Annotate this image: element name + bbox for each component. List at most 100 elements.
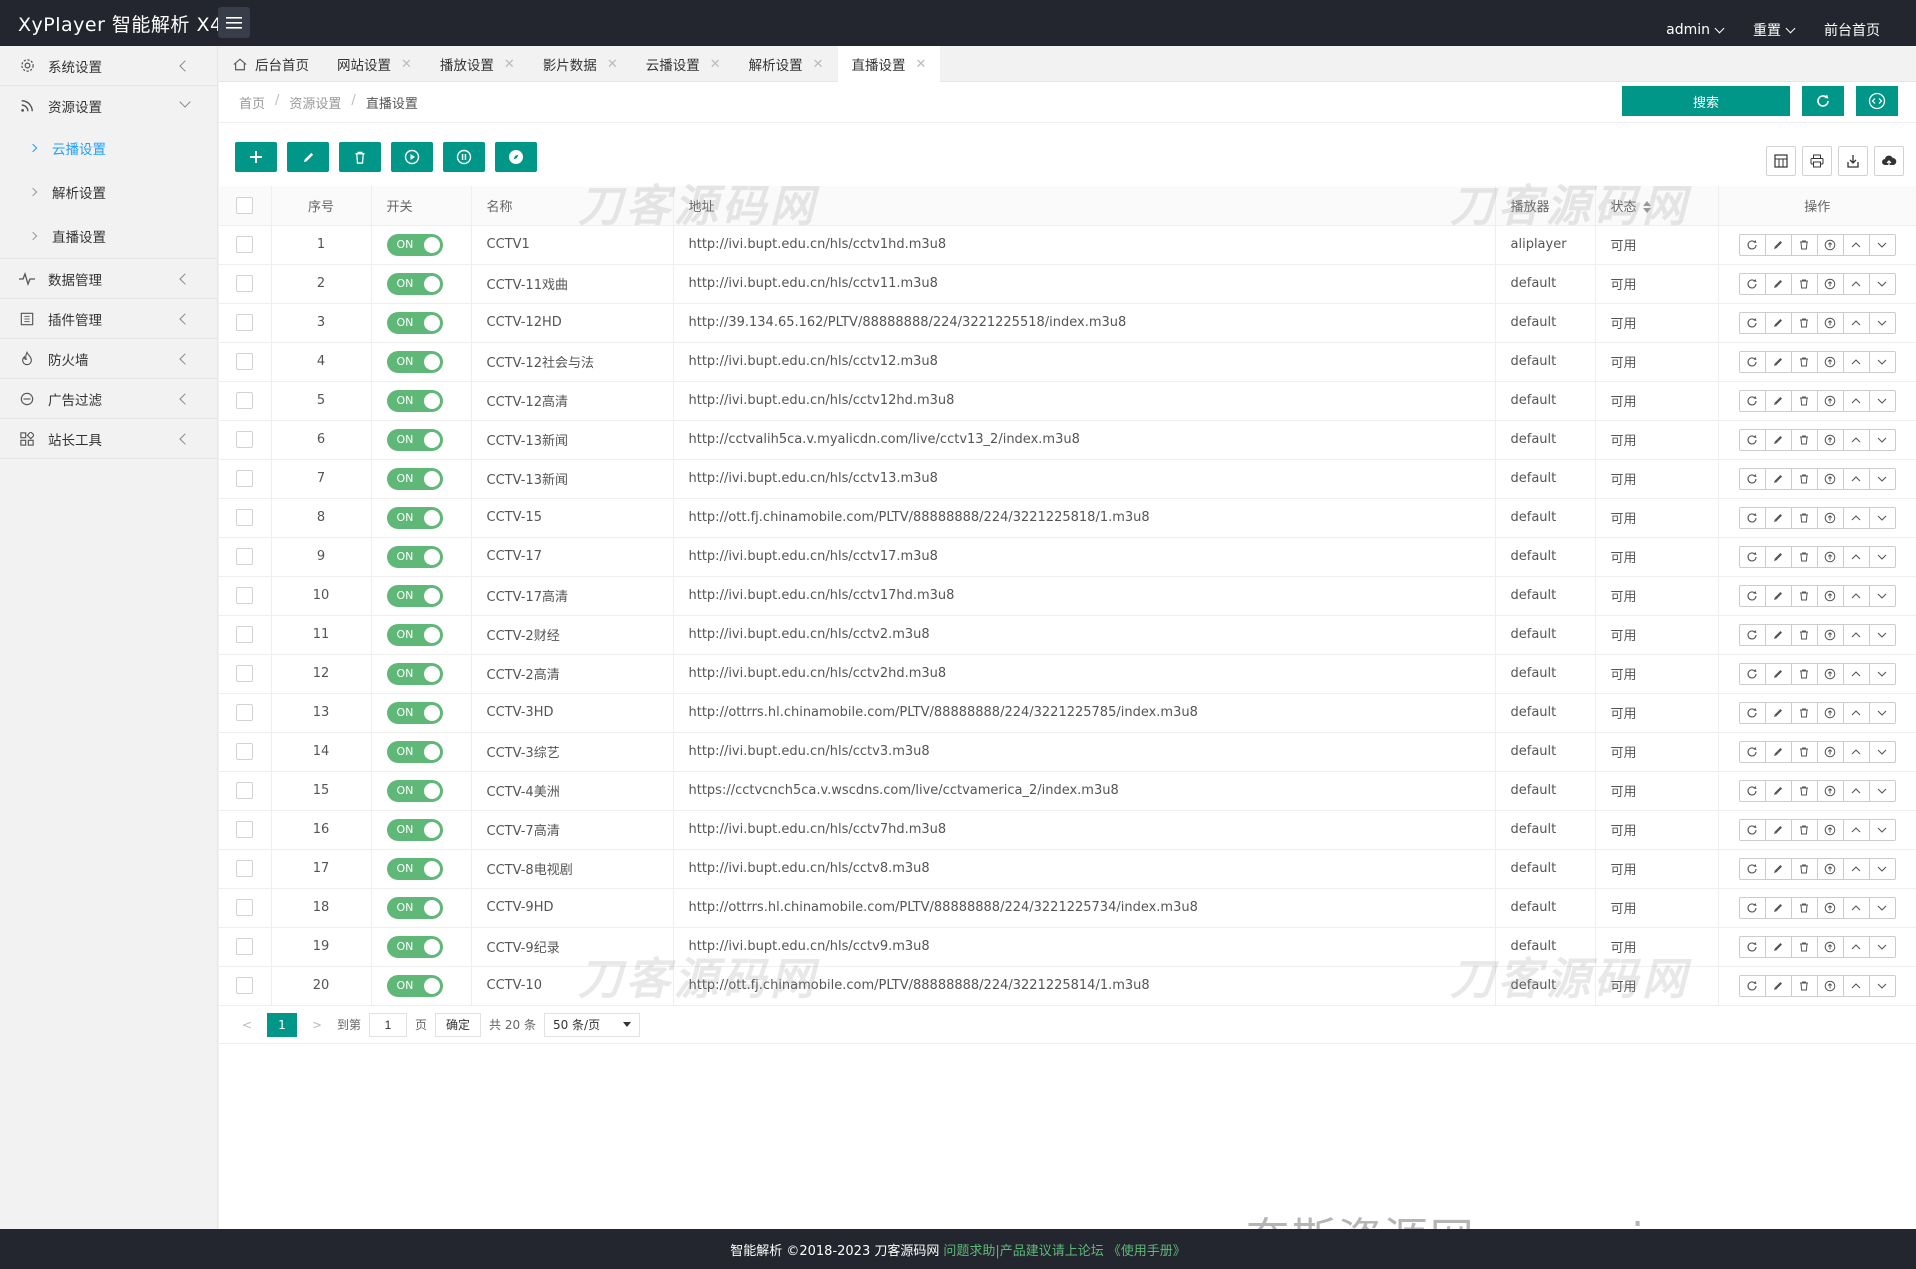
row-edit-button[interactable] <box>1764 389 1792 412</box>
row-delete-button[interactable] <box>1790 740 1818 763</box>
per-page-select[interactable]: 50 条/页 <box>543 1012 640 1037</box>
row-edit-button[interactable] <box>1764 506 1792 529</box>
breadcrumb-resources[interactable]: 资源设置 <box>289 93 341 112</box>
row-checkbox[interactable] <box>236 743 254 760</box>
row-refresh-button[interactable] <box>1738 935 1766 958</box>
footer-help-link[interactable]: 问题求助|产品建议请上论坛 <box>943 1240 1103 1259</box>
row-move-up-button[interactable] <box>1842 740 1870 763</box>
row-checkbox[interactable] <box>236 509 254 526</box>
row-move-up-button[interactable] <box>1842 779 1870 802</box>
row-checkbox[interactable] <box>236 353 254 370</box>
row-edit-button[interactable] <box>1764 623 1792 646</box>
row-refresh-button[interactable] <box>1738 818 1766 841</box>
row-edit-button[interactable] <box>1764 428 1792 451</box>
close-icon[interactable]: ✕ <box>710 57 721 72</box>
row-delete-button[interactable] <box>1790 974 1818 997</box>
row-refresh-button[interactable] <box>1738 779 1766 802</box>
frontend-link[interactable]: 前台首页 <box>1824 20 1880 40</box>
sidebar-subitem-parse[interactable]: 解析设置 <box>0 170 217 214</box>
search-button[interactable]: 搜索 <box>1622 86 1790 116</box>
enable-switch[interactable]: ON <box>386 857 443 880</box>
row-delete-button[interactable] <box>1790 272 1818 295</box>
row-move-up-button[interactable] <box>1842 623 1870 646</box>
row-move-down-button[interactable] <box>1868 233 1896 256</box>
row-checkbox[interactable] <box>236 821 254 838</box>
sidebar-item-system[interactable]: 系统设置 <box>0 46 217 86</box>
enable-switch[interactable]: ON <box>386 272 443 295</box>
row-refresh-button[interactable] <box>1738 233 1766 256</box>
row-checkbox[interactable] <box>236 977 254 994</box>
enable-switch[interactable]: ON <box>386 662 443 685</box>
columns-filter-button[interactable] <box>1766 146 1796 176</box>
row-move-up-button[interactable] <box>1842 428 1870 451</box>
row-move-down-button[interactable] <box>1868 935 1896 958</box>
row-edit-button[interactable] <box>1764 818 1792 841</box>
row-checkbox[interactable] <box>236 782 254 799</box>
row-delete-button[interactable] <box>1790 779 1818 802</box>
code-button[interactable] <box>1856 86 1898 116</box>
delete-button[interactable] <box>339 142 381 172</box>
row-move-up-button[interactable] <box>1842 584 1870 607</box>
row-edit-button[interactable] <box>1764 272 1792 295</box>
row-refresh-button[interactable] <box>1738 857 1766 880</box>
row-delete-button[interactable] <box>1790 389 1818 412</box>
row-refresh-button[interactable] <box>1738 623 1766 646</box>
row-upload-button[interactable] <box>1816 740 1844 763</box>
row-checkbox[interactable] <box>236 938 254 955</box>
row-checkbox[interactable] <box>236 548 254 565</box>
row-checkbox[interactable] <box>236 626 254 643</box>
sidebar-subitem-cloud[interactable]: 云播设置 <box>0 126 217 170</box>
row-edit-button[interactable] <box>1764 857 1792 880</box>
row-refresh-button[interactable] <box>1738 662 1766 685</box>
row-checkbox[interactable] <box>236 470 254 487</box>
row-move-down-button[interactable] <box>1868 272 1896 295</box>
row-delete-button[interactable] <box>1790 506 1818 529</box>
row-delete-button[interactable] <box>1790 935 1818 958</box>
row-checkbox[interactable] <box>236 275 254 292</box>
row-delete-button[interactable] <box>1790 545 1818 568</box>
row-move-up-button[interactable] <box>1842 389 1870 412</box>
row-upload-button[interactable] <box>1816 662 1844 685</box>
row-edit-button[interactable] <box>1764 467 1792 490</box>
row-move-down-button[interactable] <box>1868 506 1896 529</box>
row-refresh-button[interactable] <box>1738 506 1766 529</box>
sort-icon[interactable] <box>1642 201 1651 214</box>
row-upload-button[interactable] <box>1816 935 1844 958</box>
row-delete-button[interactable] <box>1790 467 1818 490</box>
row-refresh-button[interactable] <box>1738 311 1766 334</box>
row-move-down-button[interactable] <box>1868 857 1896 880</box>
row-checkbox[interactable] <box>236 899 254 916</box>
close-icon[interactable]: ✕ <box>916 57 927 72</box>
enable-switch[interactable]: ON <box>386 584 443 607</box>
row-checkbox[interactable] <box>236 704 254 721</box>
row-move-up-button[interactable] <box>1842 506 1870 529</box>
close-icon[interactable]: ✕ <box>504 57 515 72</box>
enable-switch[interactable]: ON <box>386 350 443 373</box>
row-checkbox[interactable] <box>236 860 254 877</box>
row-checkbox[interactable] <box>236 392 254 409</box>
enable-switch[interactable]: ON <box>386 623 443 646</box>
tab-site-settings[interactable]: 网站设置 ✕ <box>323 46 426 82</box>
row-move-up-button[interactable] <box>1842 662 1870 685</box>
edit-button[interactable] <box>287 142 329 172</box>
row-move-down-button[interactable] <box>1868 701 1896 724</box>
row-refresh-button[interactable] <box>1738 389 1766 412</box>
row-move-down-button[interactable] <box>1868 896 1896 919</box>
enable-switch[interactable]: ON <box>386 701 443 724</box>
row-refresh-button[interactable] <box>1738 428 1766 451</box>
tab-cloud-settings[interactable]: 云播设置 ✕ <box>632 46 735 82</box>
row-upload-button[interactable] <box>1816 974 1844 997</box>
row-upload-button[interactable] <box>1816 272 1844 295</box>
goto-confirm-button[interactable]: 确定 <box>435 1012 482 1037</box>
row-upload-button[interactable] <box>1816 857 1844 880</box>
row-edit-button[interactable] <box>1764 350 1792 373</box>
enable-switch[interactable]: ON <box>386 896 443 919</box>
sidebar-item-plugins[interactable]: 插件管理 <box>0 299 217 339</box>
enable-switch[interactable]: ON <box>386 467 443 490</box>
sidebar-item-firewall[interactable]: 防火墙 <box>0 339 217 379</box>
row-upload-button[interactable] <box>1816 818 1844 841</box>
close-icon[interactable]: ✕ <box>813 57 824 72</box>
row-edit-button[interactable] <box>1764 896 1792 919</box>
export-button[interactable] <box>1838 146 1868 176</box>
row-move-down-button[interactable] <box>1868 389 1896 412</box>
